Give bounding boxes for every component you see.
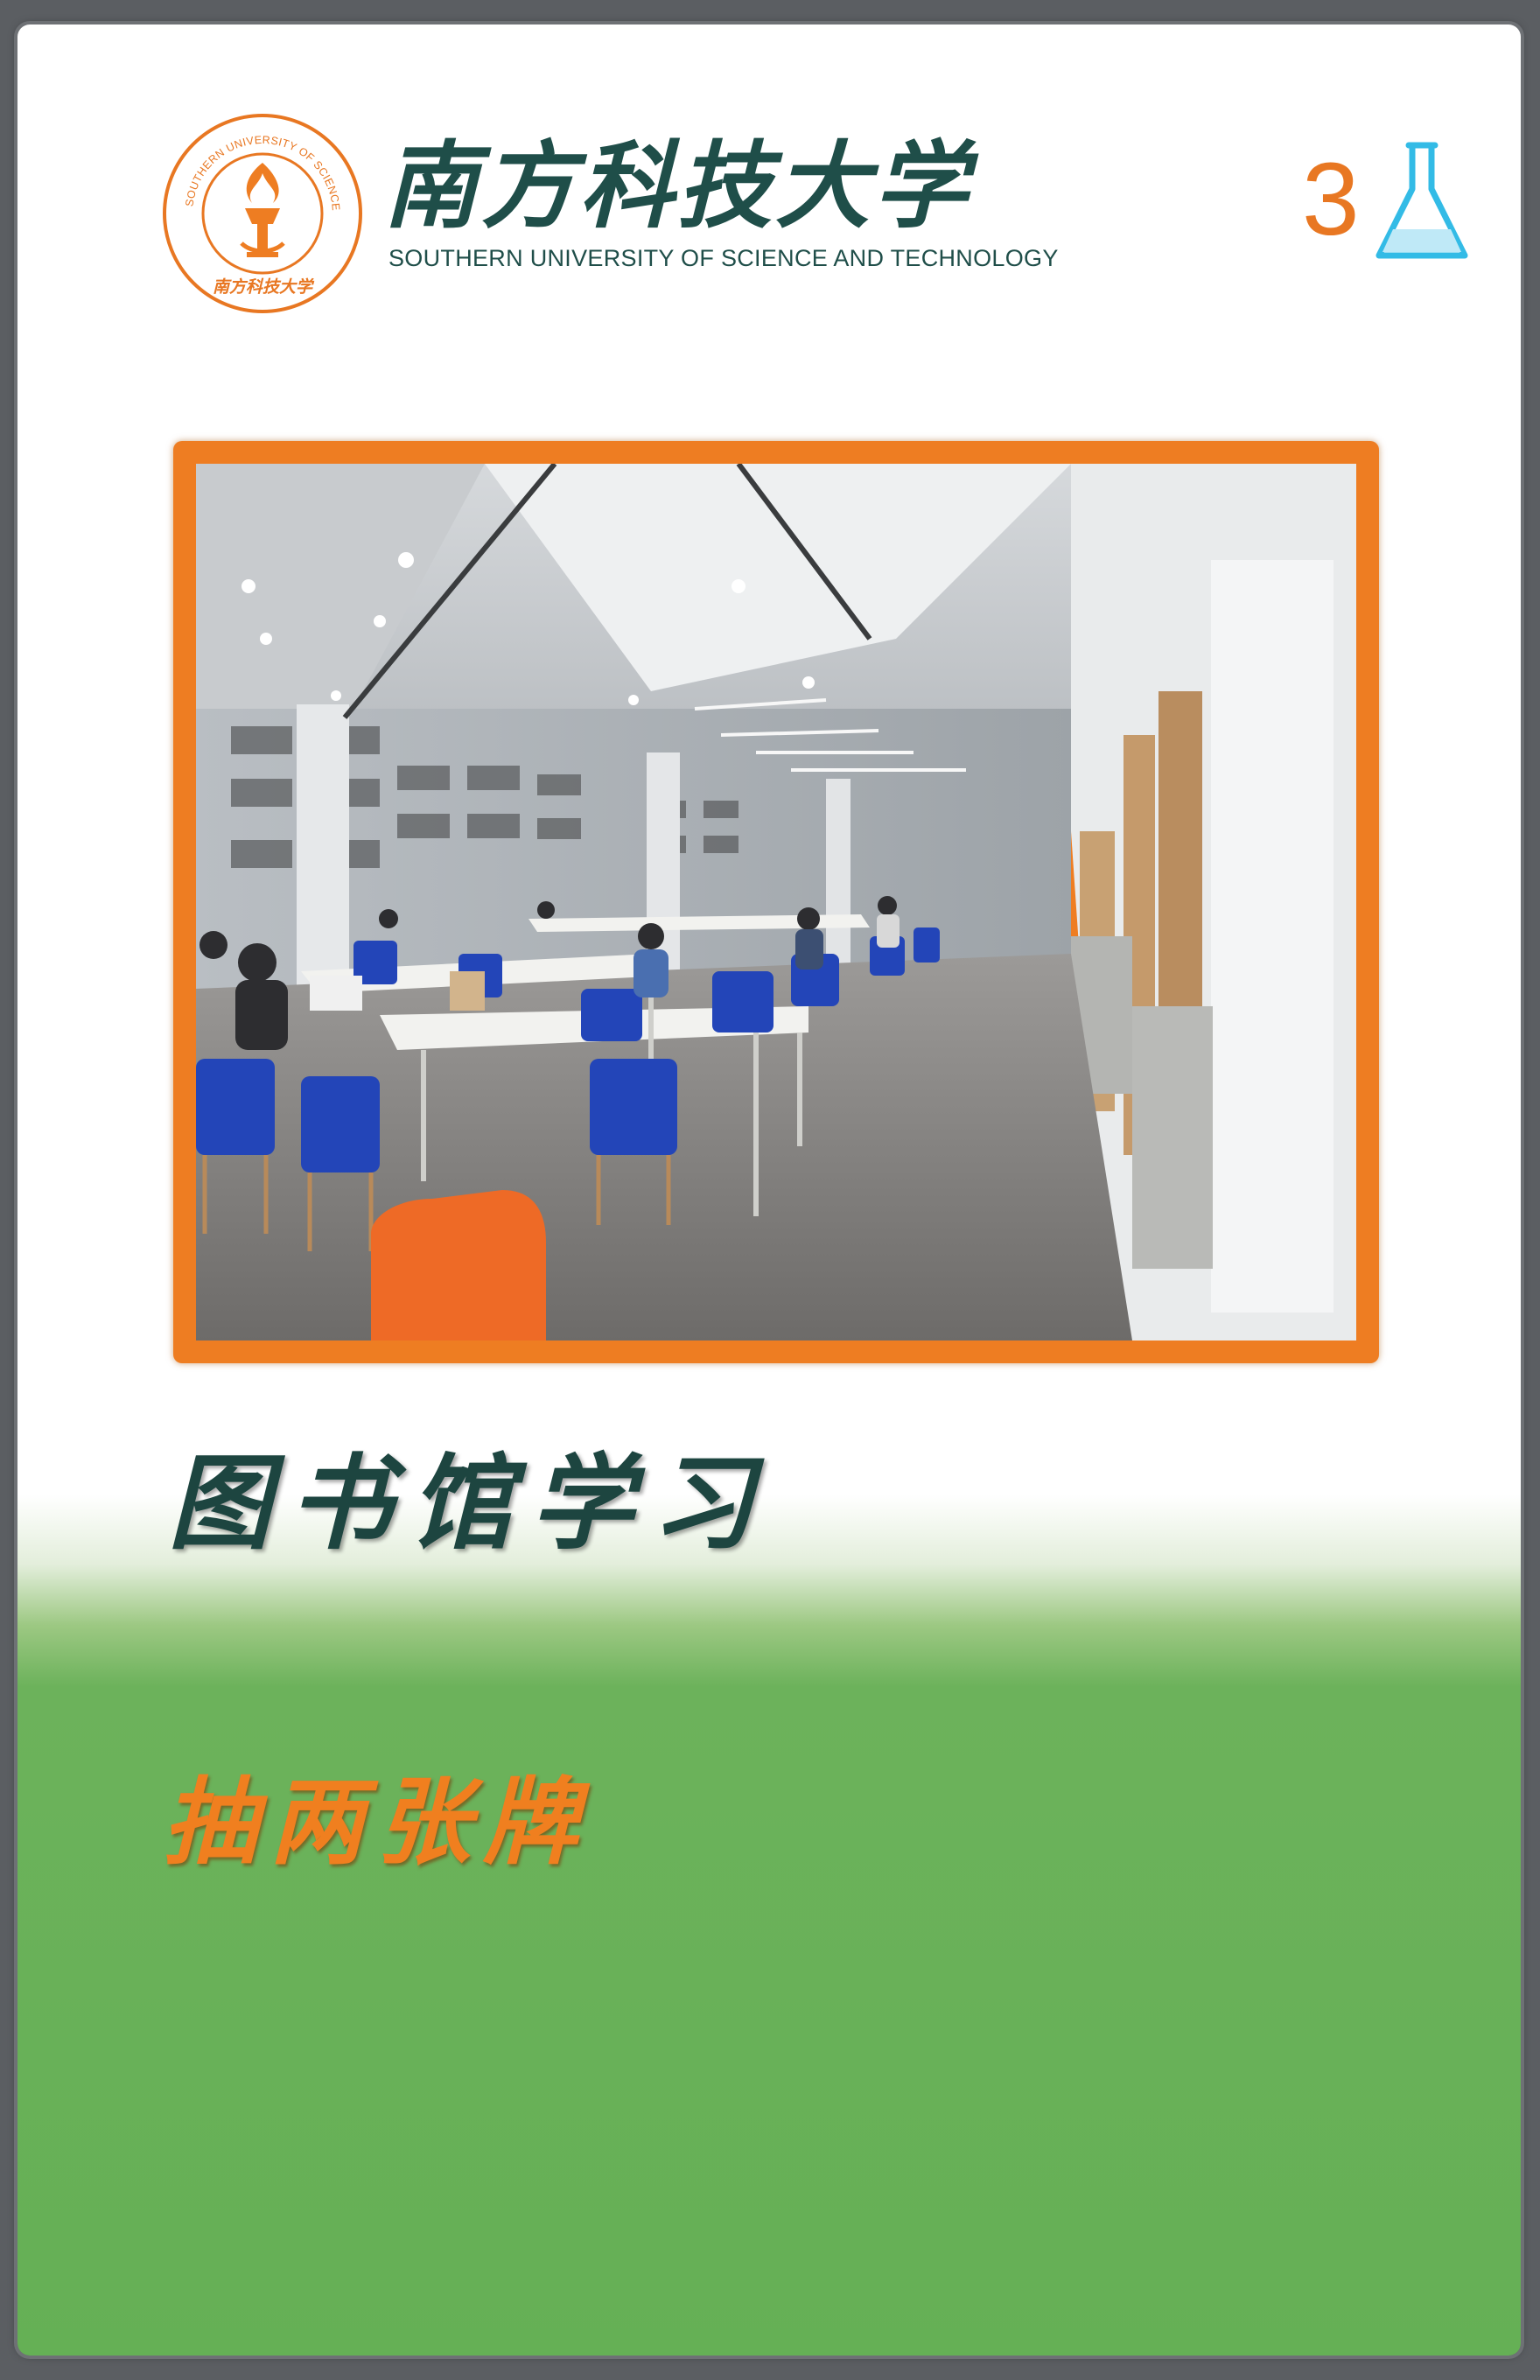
game-card: SOUTHERN UNIVERSITY OF SCIENCE AND TECHN… xyxy=(18,24,1521,2356)
flask-icon xyxy=(1376,142,1468,259)
card-title: 图书馆学习 xyxy=(168,1442,773,1564)
photo-frame xyxy=(173,441,1379,1363)
university-seal-logo: SOUTHERN UNIVERSITY OF SCIENCE AND TECHN… xyxy=(161,112,362,313)
university-name-cn: 南方科技大学 xyxy=(383,131,972,242)
library-study-hall-photo xyxy=(196,464,1356,1340)
card-action-text: 抽两张牌 xyxy=(163,1768,591,1878)
university-name-en: SOUTHERN UNIVERSITY OF SCIENCE AND TECHN… xyxy=(388,245,1059,271)
seal-bottom-text: 南方科技大学 xyxy=(213,277,315,297)
card-level-number: 3 xyxy=(1302,142,1360,257)
